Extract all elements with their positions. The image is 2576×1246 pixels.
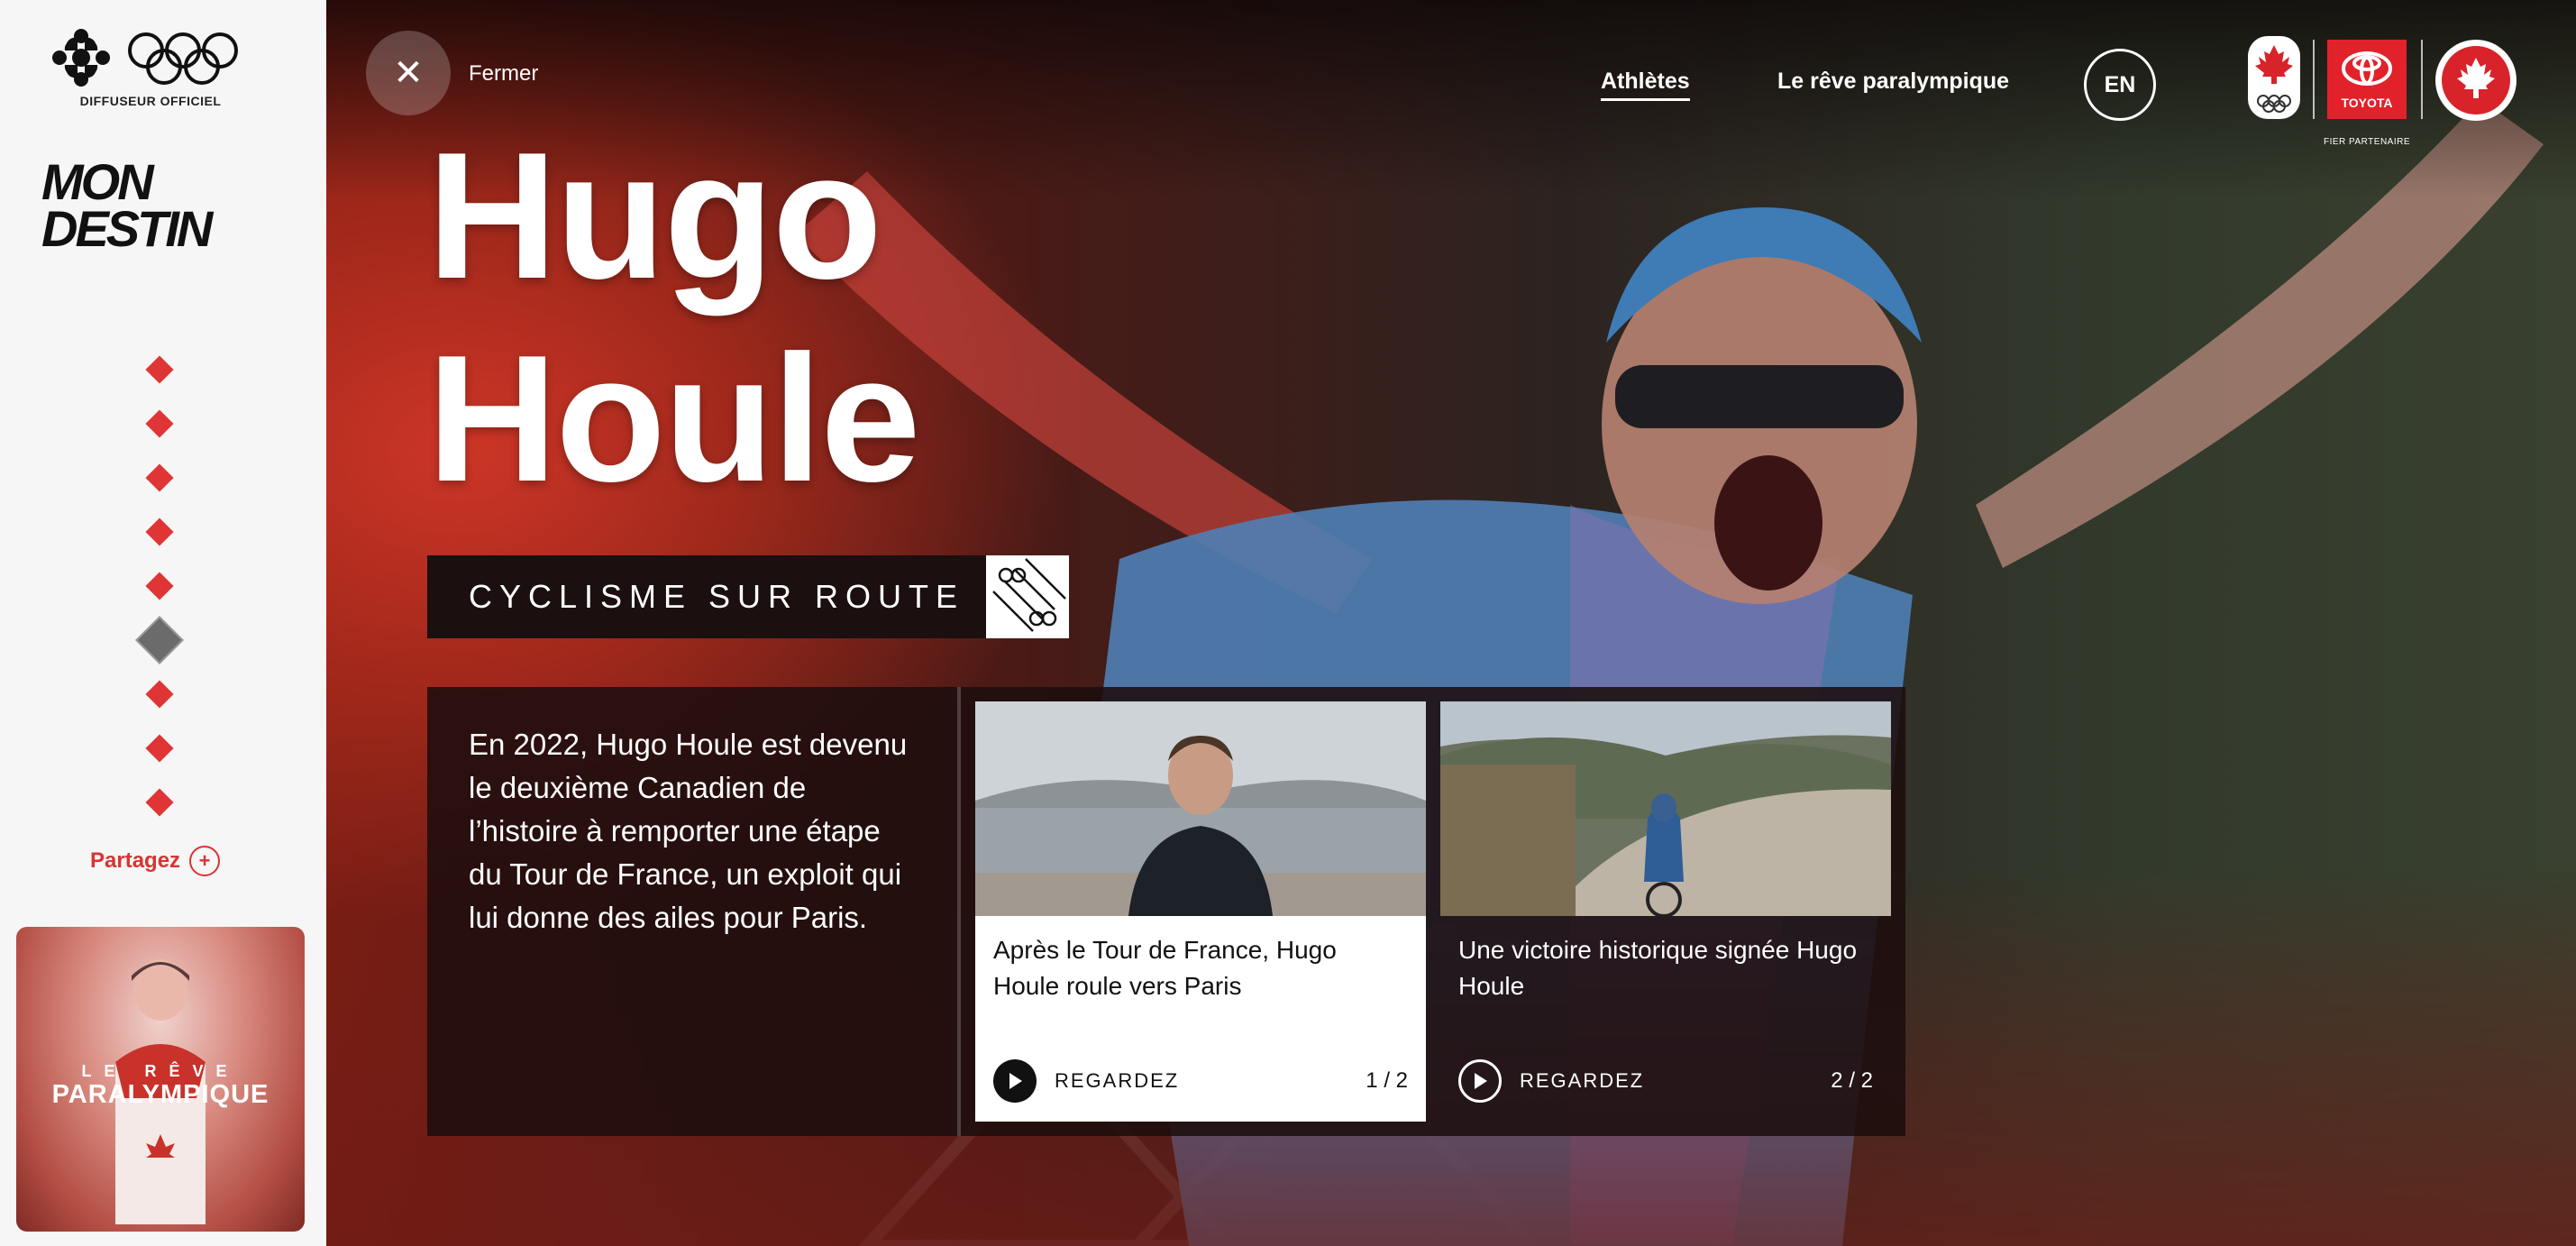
diamond-icon <box>145 680 174 709</box>
maple-leaf-icon <box>2255 45 2293 113</box>
toyota-emblem-icon <box>2342 51 2392 86</box>
video-title-2: Une victoire historique signée Hugo Houl… <box>1458 936 1858 1000</box>
athlete-dot-7[interactable] <box>140 667 179 721</box>
sidebar: DIFFUSEUR OFFICIEL MON DESTIN Partagez +… <box>0 0 326 1246</box>
diamond-icon <box>145 463 174 492</box>
road-cycling-icon <box>986 555 1069 638</box>
athlete-dot-3[interactable] <box>140 451 179 505</box>
athlete-content-panel: En 2022, Hugo Houle est devenu le deuxiè… <box>427 687 1905 1136</box>
watch-label[interactable]: REGARDEZ <box>1055 1069 1179 1093</box>
promo-eyebrow: LE RÊVE <box>81 1062 240 1080</box>
panel-divider <box>957 687 961 1136</box>
video-counter: 1 / 2 <box>1366 1068 1408 1093</box>
nav-paralympic-dream[interactable]: Le rêve paralympique <box>1777 69 2009 95</box>
video-title-1: Après le Tour de France, Hugo Houle roul… <box>993 936 1337 1000</box>
athlete-first-name: Hugo <box>427 115 882 316</box>
olympic-rings-icon <box>128 32 238 85</box>
close-icon: ✕ <box>393 53 424 93</box>
video-card-2[interactable]: Une victoire historique signée Hugo Houl… <box>1440 701 1891 1122</box>
canadian-paralympic-committee-logo[interactable] <box>2435 40 2517 121</box>
logo-divider <box>2313 40 2315 119</box>
paralympic-leaf-icon <box>2442 46 2510 115</box>
diamond-icon <box>145 355 174 384</box>
athlete-dot-4[interactable] <box>140 505 179 559</box>
athlete-dot-nav <box>135 343 184 829</box>
language-toggle[interactable]: EN <box>2084 49 2156 121</box>
close-label[interactable]: Fermer <box>469 61 538 87</box>
sport-label: CYCLISME SUR ROUTE <box>427 555 986 638</box>
toyota-label: TOYOTA <box>2341 96 2393 110</box>
canadian-olympic-committee-logo[interactable] <box>2248 36 2300 119</box>
close-button[interactable]: ✕ <box>366 31 451 115</box>
athlete-dot-1[interactable] <box>140 343 179 397</box>
diamond-icon <box>145 788 174 817</box>
share-label: Partagez <box>90 848 181 873</box>
broadcaster-logos <box>49 25 256 90</box>
video-footer-1: REGARDEZ 1 / 2 <box>993 1058 1408 1104</box>
athlete-dot-9[interactable] <box>140 775 179 829</box>
video-counter: 2 / 2 <box>1831 1068 1873 1093</box>
video-footer-2: REGARDEZ 2 / 2 <box>1458 1058 1873 1104</box>
proud-partner-label: FIER PARTENAIRE <box>2323 137 2411 147</box>
plus-icon: + <box>189 846 221 876</box>
video-card-1[interactable]: Après le Tour de France, Hugo Houle roul… <box>975 701 1426 1122</box>
brand-line-2: DESTIN <box>41 200 213 257</box>
diamond-icon <box>145 572 174 600</box>
share-button[interactable]: Partagez + <box>90 846 221 876</box>
paralympic-dream-promo[interactable]: LE RÊVE PARALYMPIQUE <box>16 927 305 1232</box>
athlete-last-name: Houle <box>427 318 921 519</box>
diamond-icon <box>145 734 174 763</box>
athlete-dot-8[interactable] <box>140 721 179 775</box>
video-thumbnail-2 <box>1440 701 1891 916</box>
diamond-icon <box>145 409 174 438</box>
athlete-dot-2[interactable] <box>140 397 179 451</box>
athlete-avatar-icon <box>135 616 184 664</box>
athlete-dot-6-active[interactable] <box>135 613 184 667</box>
video-thumbnail-1 <box>975 701 1426 916</box>
play-icon[interactable] <box>1458 1059 1502 1103</box>
athlete-dot-5[interactable] <box>140 559 179 613</box>
nav-athletes[interactable]: Athlètes <box>1601 69 1690 101</box>
diamond-icon <box>145 518 174 546</box>
watch-label[interactable]: REGARDEZ <box>1520 1069 1644 1093</box>
toyota-logo[interactable]: TOYOTA <box>2327 40 2407 119</box>
mon-destin-logo[interactable]: MON DESTIN <box>41 153 213 257</box>
logo-divider <box>2421 40 2423 119</box>
play-icon[interactable] <box>993 1059 1037 1103</box>
radio-canada-logo[interactable] <box>49 25 114 90</box>
broadcaster-label: DIFFUSEUR OFFICIEL <box>79 94 222 108</box>
athlete-description: En 2022, Hugo Houle est devenu le deuxiè… <box>469 728 908 934</box>
promo-title: PARALYMPIQUE <box>51 1080 269 1109</box>
brand-line-1: MON <box>41 153 154 210</box>
